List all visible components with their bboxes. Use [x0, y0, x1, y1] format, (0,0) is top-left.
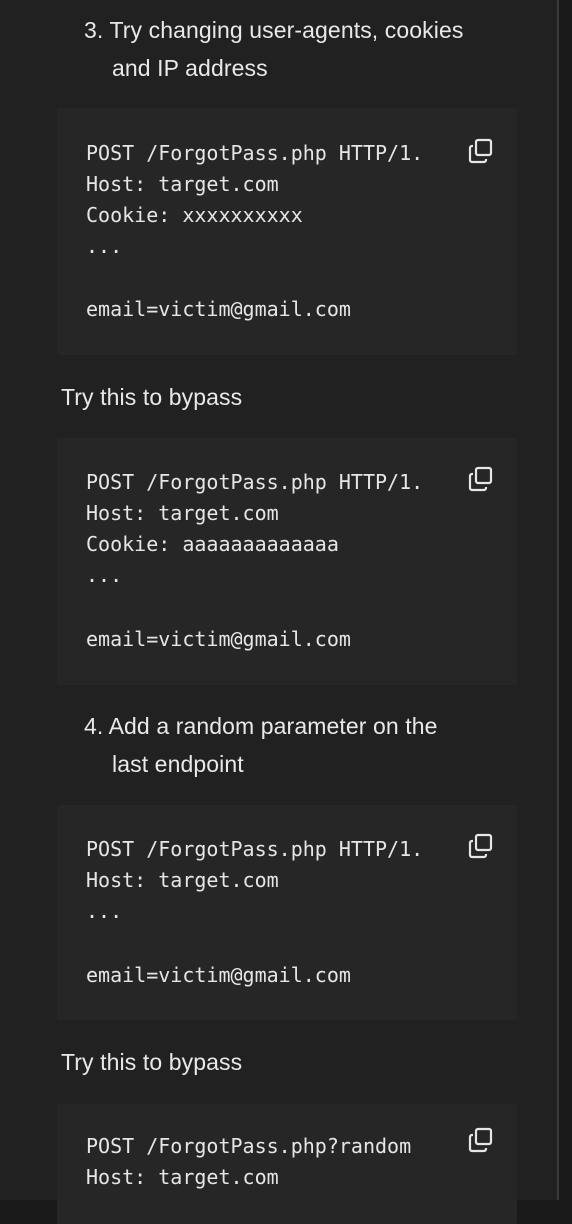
- copy-icon: [468, 1127, 493, 1153]
- code-line: Host: target.com: [86, 501, 279, 525]
- code-block-1: POST /ForgotPass.php HTTP/1. Host: targe…: [57, 108, 517, 355]
- list-item-4-line-2: last endpoint: [112, 751, 244, 777]
- paragraph-bypass-2: Try this to bypass: [61, 1049, 243, 1075]
- list-item-3-line-1: 3. Try changing user-agents, cookies: [84, 17, 464, 43]
- code-line: ...: [86, 899, 123, 923]
- content-panel: 3. Try changing user-agents, cookies and…: [0, 0, 557, 1224]
- code-line: Host: target.com: [86, 172, 279, 196]
- copy-button[interactable]: [467, 465, 495, 493]
- code-line: email=victim@gmail.com: [86, 963, 351, 987]
- paragraph-bypass-1: Try this to bypass: [61, 384, 243, 410]
- code-line: POST /ForgotPass.php HTTP/1.: [86, 470, 424, 494]
- code-line: ...: [86, 563, 123, 587]
- code-block-2: POST /ForgotPass.php HTTP/1. Host: targe…: [57, 438, 517, 685]
- code-line: POST /ForgotPass.php?random: [86, 1134, 412, 1158]
- code-line: Host: target.com: [86, 1165, 279, 1189]
- code-line: POST /ForgotPass.php HTTP/1.: [86, 837, 424, 861]
- copy-button[interactable]: [467, 1126, 495, 1154]
- copy-button[interactable]: [467, 832, 495, 860]
- copy-icon: [468, 833, 493, 859]
- code-line: ...: [86, 234, 123, 258]
- code-line: Cookie: aaaaaaaaaaaaa: [86, 532, 339, 556]
- code-block-4: POST /ForgotPass.php?random Host: target…: [57, 1104, 517, 1224]
- copy-icon: [468, 466, 493, 492]
- code-line: email=victim@gmail.com: [86, 297, 351, 321]
- code-line: email=victim@gmail.com: [86, 627, 351, 651]
- list-item-4-line-1: 4. Add a random parameter on the: [84, 713, 438, 739]
- code-block-3: POST /ForgotPass.php HTTP/1. Host: targe…: [57, 805, 517, 1020]
- code-line: POST /ForgotPass.php HTTP/1.: [86, 141, 424, 165]
- list-item-3-line-2: and IP address: [112, 55, 268, 81]
- copy-button[interactable]: [467, 137, 495, 165]
- code-line: Host: target.com: [86, 868, 279, 892]
- copy-icon: [468, 138, 493, 164]
- code-line: Cookie: xxxxxxxxxx: [86, 203, 303, 227]
- right-border: [557, 0, 559, 1200]
